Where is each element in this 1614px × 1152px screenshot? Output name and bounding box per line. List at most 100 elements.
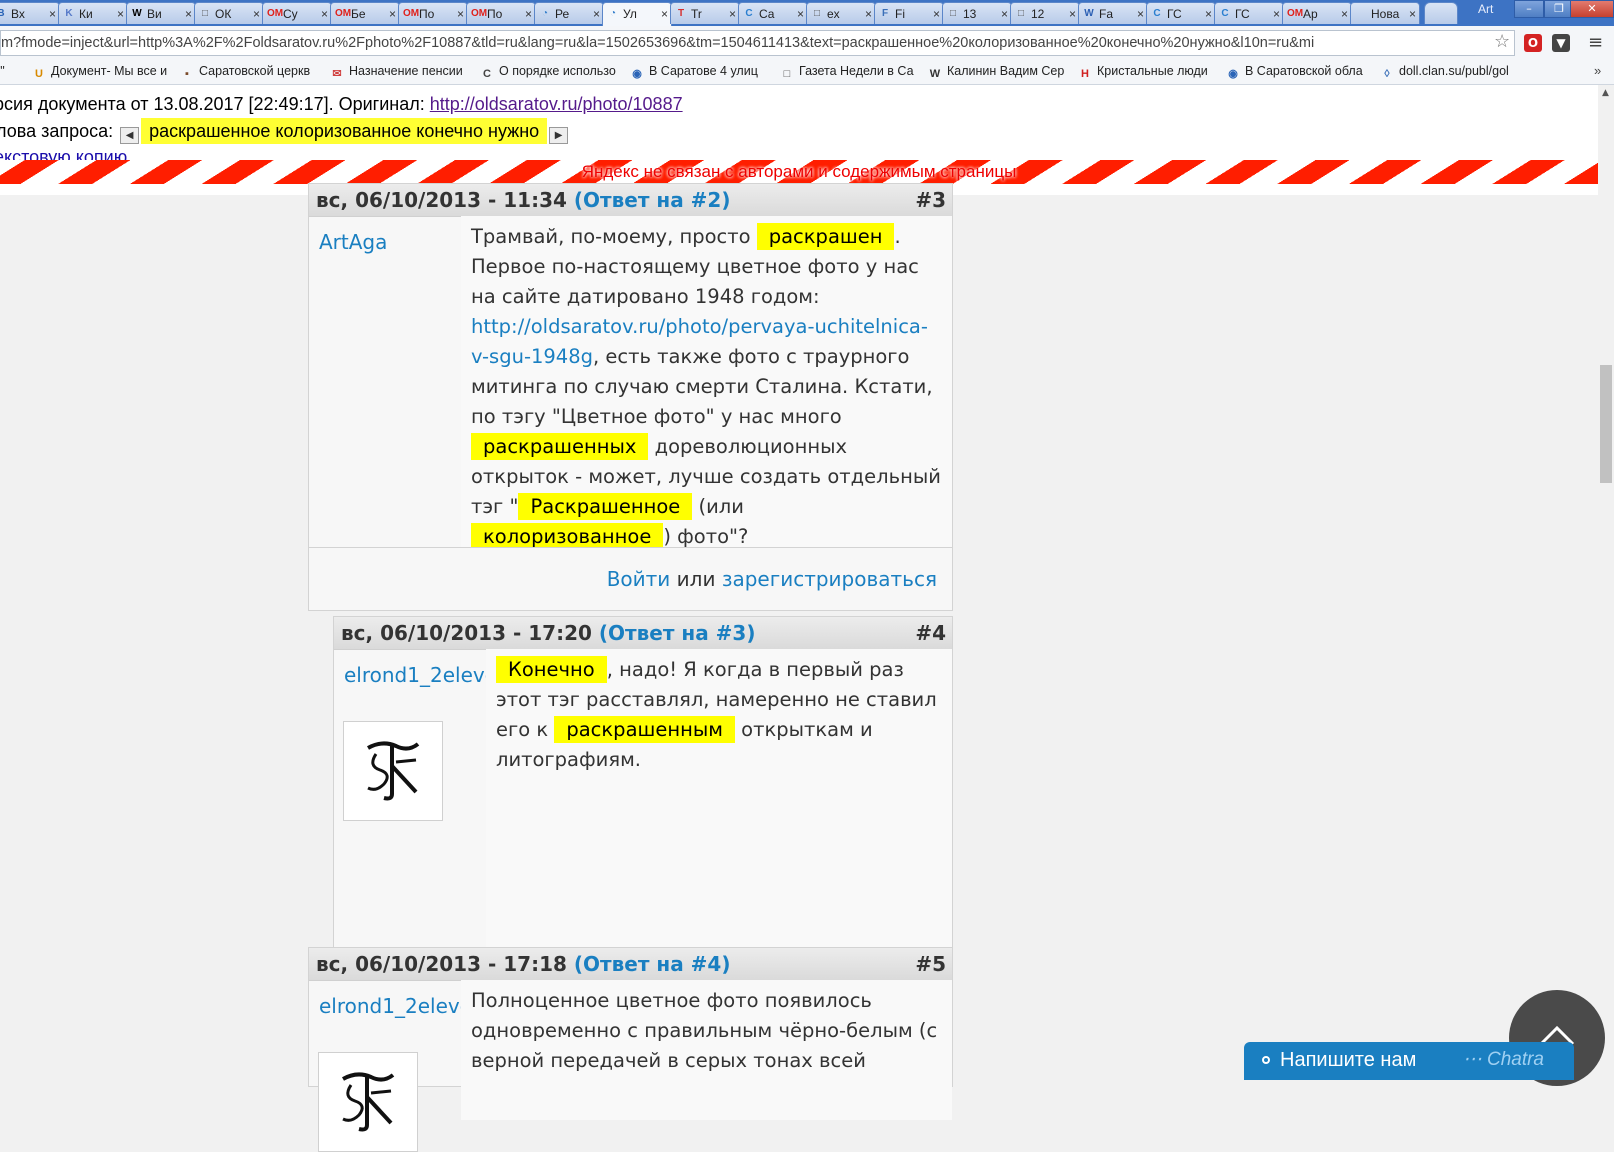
- tab-title: Ви: [147, 7, 162, 21]
- bookmark-item[interactable]: C О порядке использо: [480, 64, 620, 81]
- page-scrollbar[interactable]: [1598, 85, 1614, 1080]
- login-link[interactable]: Войти: [607, 567, 671, 591]
- tab-close-icon[interactable]: ×: [321, 3, 328, 24]
- browser-tab[interactable]: T Tr ×: [670, 2, 740, 24]
- browser-tab[interactable]: OM Ар ×: [1282, 2, 1352, 24]
- comment-author-link[interactable]: elrond1_2eleven: [344, 663, 510, 687]
- browser-tab[interactable]: F Fi ×: [874, 2, 944, 24]
- bookmark-label: Газета Недели в Са: [799, 64, 914, 78]
- tab-close-icon[interactable]: ×: [1069, 3, 1076, 24]
- tab-close-icon[interactable]: ×: [797, 3, 804, 24]
- tab-title: Су: [283, 7, 298, 21]
- tab-close-icon[interactable]: ×: [457, 3, 464, 24]
- tab-close-icon[interactable]: ×: [117, 3, 124, 24]
- text-copy-link[interactable]: екстовую копию: [0, 147, 127, 160]
- bookmark-item[interactable]: ▪ Саратовской церкв: [180, 64, 320, 81]
- browser-tab[interactable]: OM По ×: [466, 2, 536, 24]
- browser-tab[interactable]: W Ви ×: [126, 2, 196, 24]
- window-user-name[interactable]: Art: [1478, 2, 1493, 16]
- reply-to-link[interactable]: (Ответ на #4): [574, 952, 731, 976]
- browser-tab[interactable]: C ГС ×: [1214, 2, 1284, 24]
- tab-close-icon[interactable]: ×: [593, 3, 600, 24]
- register-link[interactable]: зарегистрироваться: [722, 567, 937, 591]
- bookmark-item[interactable]: □ Газета Недели в Са: [780, 64, 918, 81]
- tab-close-icon[interactable]: ×: [1409, 3, 1416, 24]
- tab-close-icon[interactable]: ×: [389, 3, 396, 24]
- browser-tab[interactable]: W Fa ×: [1078, 2, 1148, 24]
- comment-text: ) фото"?: [663, 525, 749, 548]
- monogram-logo-icon: [342, 1072, 395, 1132]
- browser-tab[interactable]: □ 12 ×: [1010, 2, 1080, 24]
- minimize-window-icon[interactable]: –: [1514, 0, 1544, 18]
- bookmark-star-icon[interactable]: ☆: [1494, 31, 1510, 52]
- tab-close-icon[interactable]: ×: [661, 3, 668, 25]
- bookmark-favicon-icon: U: [35, 68, 43, 80]
- browser-tab[interactable]: OM По ×: [398, 2, 468, 24]
- reply-to-link[interactable]: (Ответ на #3): [599, 621, 756, 645]
- browser-tab[interactable]: C ГС ×: [1146, 2, 1216, 24]
- browser-tab[interactable]: B Вх ×: [0, 2, 60, 24]
- new-tab-button[interactable]: [1424, 2, 1458, 24]
- bookmarks-overflow-icon[interactable]: »: [1594, 63, 1601, 78]
- close-window-icon[interactable]: ✕: [1570, 0, 1614, 18]
- chatra-brand: ⋯ Chatra: [1462, 1049, 1544, 1070]
- prev-highlight-arrow-icon[interactable]: ◀: [120, 127, 140, 144]
- bookmark-item[interactable]: U Документ- Мы все и: [32, 64, 170, 81]
- browser-tab[interactable]: OM Бе ×: [330, 2, 400, 24]
- tab-close-icon[interactable]: ×: [49, 3, 56, 24]
- avatar[interactable]: [343, 721, 443, 821]
- tab-close-icon[interactable]: ×: [729, 3, 736, 24]
- bookmark-item[interactable]: ◉ В Саратове 4 улиц: [630, 64, 770, 81]
- browser-tab[interactable]: OM Су ×: [262, 2, 332, 24]
- scrollbar-thumb[interactable]: [1600, 365, 1612, 483]
- comment-author-link[interactable]: ArtAga: [319, 230, 387, 254]
- tab-close-icon[interactable]: ×: [525, 3, 532, 24]
- tab-favicon-icon: F: [881, 8, 889, 19]
- browser-menu-icon[interactable]: ≡: [1588, 32, 1603, 53]
- comment-number-link[interactable]: #4: [915, 617, 946, 649]
- tab-close-icon[interactable]: ×: [1205, 3, 1212, 24]
- comment-number-link[interactable]: #3: [915, 184, 946, 216]
- tab-favicon-icon: C: [1153, 8, 1161, 19]
- bookmark-item[interactable]: с": [0, 64, 24, 78]
- highlighted-term: Раскрашенное: [518, 493, 693, 520]
- avatar[interactable]: [318, 1052, 418, 1152]
- comment-author-link[interactable]: elrond1_2eleven: [319, 994, 485, 1018]
- bookmark-item[interactable]: ◉ В Саратовской обла: [1226, 64, 1371, 81]
- comment-date: вс, 06/10/2013 - 17:18 (Ответ на #4): [316, 948, 730, 980]
- bookmark-item[interactable]: ✉ Назначение пенсии: [330, 64, 470, 81]
- chatra-chat-widget[interactable]: Напишите нам ⋯ Chatra: [1244, 1042, 1574, 1080]
- tab-close-icon[interactable]: ×: [933, 3, 940, 24]
- tab-title: Бе: [351, 7, 366, 21]
- adblock-extension-icon[interactable]: O: [1524, 34, 1542, 52]
- url-field[interactable]: m?fmode=inject&url=http%3A%2F%2Foldsarat…: [0, 30, 1515, 56]
- tab-close-icon[interactable]: ×: [1341, 3, 1348, 24]
- browser-tab[interactable]: □ ex ×: [806, 2, 876, 24]
- tab-close-icon[interactable]: ×: [865, 3, 872, 24]
- browser-tab[interactable]: K Ки ×: [58, 2, 128, 24]
- bookmark-item[interactable]: ◊ doll.clan.su/publ/gol: [1380, 64, 1515, 81]
- address-bar-row: m?fmode=inject&url=http%3A%2F%2Foldsarat…: [0, 26, 1614, 61]
- tab-close-icon[interactable]: ×: [185, 3, 192, 24]
- tab-close-icon[interactable]: ×: [1273, 3, 1280, 24]
- browser-tab[interactable]: C Са ×: [738, 2, 808, 24]
- shield-extension-icon[interactable]: ▼: [1552, 34, 1570, 52]
- browser-tab[interactable]: ◔ Ре ×: [534, 2, 604, 24]
- browser-tab[interactable]: □ ОК ×: [194, 2, 264, 24]
- tab-favicon-icon: ◔: [541, 8, 549, 19]
- scroll-up-arrow-icon[interactable]: ▲: [1602, 88, 1609, 98]
- bookmark-item[interactable]: W Калинин Вадим Сер: [928, 64, 1068, 81]
- comment-number-link[interactable]: #5: [915, 948, 946, 980]
- browser-tab[interactable]: □ 13 ×: [942, 2, 1012, 24]
- tab-title: Ре: [555, 7, 570, 21]
- browser-tab[interactable]: Нова ×: [1350, 2, 1420, 24]
- tab-close-icon[interactable]: ×: [253, 3, 260, 24]
- tab-favicon-icon: B: [0, 8, 7, 20]
- browser-tab[interactable]: ◔ Ул ×: [602, 2, 672, 26]
- reply-to-link[interactable]: (Ответ на #2): [574, 188, 731, 212]
- tab-close-icon[interactable]: ×: [1137, 3, 1144, 24]
- original-link[interactable]: http://oldsaratov.ru/photo/10887: [430, 94, 683, 114]
- tab-close-icon[interactable]: ×: [1001, 3, 1008, 24]
- bookmark-item[interactable]: H Кристальные люди: [1078, 64, 1216, 81]
- next-highlight-arrow-icon[interactable]: ▶: [549, 127, 569, 144]
